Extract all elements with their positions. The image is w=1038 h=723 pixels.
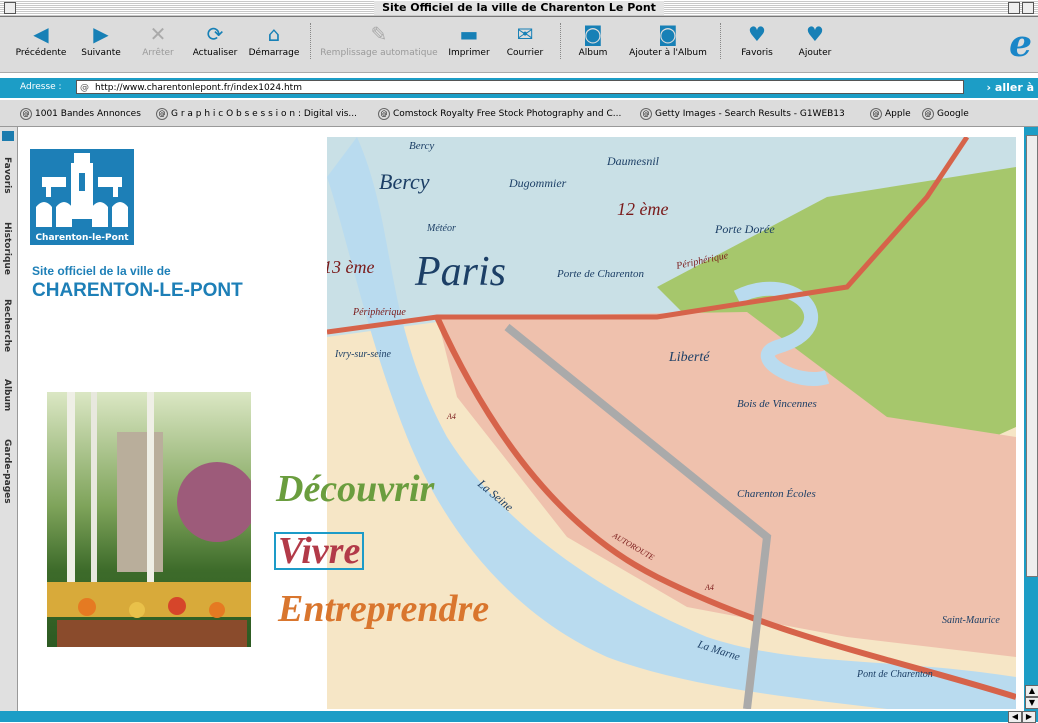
mail-button[interactable]: ✉ Courrier: [500, 20, 550, 58]
add-to-album-button[interactable]: ◙ Ajouter à l'Album: [624, 20, 712, 58]
address-field[interactable]: @ http://www.charentonlepont.fr/index1024…: [76, 80, 964, 94]
site-subtitle: Site officiel de la ville de: [32, 264, 171, 278]
tab-garde-pages[interactable]: Garde-pages: [2, 439, 12, 504]
favorite-icon: @: [20, 108, 32, 120]
toolbar-separator: [310, 23, 312, 59]
nav-link-entreprendre[interactable]: Entreprendre: [278, 587, 489, 631]
map-label: Porte de Charenton: [556, 268, 644, 280]
camera-add-icon: ◙: [658, 22, 678, 46]
tab-recherche[interactable]: Recherche: [2, 299, 12, 352]
window-title: Site Officiel de la ville de Charenton L…: [374, 1, 664, 15]
favorite-icon: @: [870, 108, 882, 120]
scroll-right-arrow-icon[interactable]: ▶: [1022, 711, 1036, 723]
collapse-box-icon[interactable]: [1022, 2, 1034, 14]
favorites-button[interactable]: ♥ Favoris: [730, 20, 784, 58]
map-label: Daumesnil: [606, 154, 660, 168]
map-label: 12 ème: [617, 199, 668, 219]
explorer-side-tabs: Favoris Historique Recherche Album Garde…: [0, 127, 18, 711]
map-label: Saint-Maurice: [942, 615, 1000, 626]
favorite-link[interactable]: @1001 Bandes Annonces: [20, 108, 141, 120]
nav-link-decouvrir[interactable]: Découvrir: [276, 467, 434, 511]
castle-icon: [36, 153, 128, 227]
garden-photo: [47, 392, 257, 647]
map-label: Ivry-sur-seine: [334, 349, 391, 360]
back-arrow-icon: ◀: [33, 22, 49, 46]
forward-button[interactable]: ▶ Suivante: [74, 20, 128, 58]
horizontal-scrollbar[interactable]: ◀ ▶: [0, 711, 1038, 723]
printer-icon: ▬: [459, 22, 479, 46]
internet-explorer-logo-icon: e: [1009, 23, 1032, 65]
print-button[interactable]: ▬ Imprimer: [444, 20, 494, 58]
map-label: Bercy: [409, 140, 434, 152]
go-button[interactable]: › aller à: [987, 81, 1034, 94]
favorites-bar: @1001 Bandes Annonces @ G r a p h i c O b…: [0, 100, 1038, 127]
vertical-scrollbar[interactable]: ▲ ▼: [1024, 127, 1038, 711]
tab-favoris[interactable]: Favoris: [2, 157, 12, 194]
tab-album[interactable]: Album: [2, 379, 12, 411]
camera-icon: ◙: [583, 22, 603, 46]
favorite-icon: @: [156, 108, 168, 120]
close-box-icon[interactable]: [4, 2, 16, 14]
favorite-link[interactable]: @ Apple: [870, 108, 911, 120]
autofill-button[interactable]: ✎ Remplissage automatique: [318, 20, 440, 58]
favorite-link[interactable]: @ G r a p h i c O b s e s s i o n : Digit…: [156, 108, 357, 120]
refresh-button[interactable]: ⟳ Actualiser: [187, 20, 243, 58]
favorite-icon: @: [640, 108, 652, 120]
address-bar: Adresse : @ http://www.charentonlepont.fr…: [0, 78, 1038, 98]
page-content: Charenton-le-Pont Site officiel de la vi…: [18, 127, 1023, 711]
garden-scene-icon: [47, 392, 257, 647]
map-label: Charenton Écoles: [737, 488, 816, 500]
map-label: Météor: [426, 223, 456, 234]
favorite-link[interactable]: @ Getty Images - Search Results - G1WEB13: [640, 108, 845, 120]
logo-caption: Charenton-le-Pont: [35, 233, 129, 243]
map-label: Paris: [414, 249, 506, 295]
map-label: 13 ème: [327, 257, 374, 277]
nav-link-vivre[interactable]: Vivre: [274, 532, 365, 570]
back-button[interactable]: ◀ Précédente: [14, 20, 68, 58]
favorite-link[interactable]: @ Comstock Royalty Free Stock Photography…: [378, 108, 621, 120]
favorite-icon: @: [922, 108, 934, 120]
album-button[interactable]: ◙ Album: [570, 20, 616, 58]
map-label: Dugommier: [508, 176, 567, 190]
browser-toolbar: ◀ Précédente ▶ Suivante ✕ Arrêter ⟳ Actualis…: [0, 17, 1038, 73]
stop-button[interactable]: ✕ Arrêter: [133, 20, 183, 58]
stop-icon: ✕: [149, 22, 167, 46]
home-icon: ⌂: [267, 22, 281, 46]
scroll-down-arrow-icon[interactable]: ▼: [1025, 697, 1038, 709]
favorite-icon: @: [378, 108, 390, 120]
map-label: Périphérique: [352, 307, 406, 318]
scroll-left-arrow-icon[interactable]: ◀: [1008, 711, 1022, 723]
tab-historique[interactable]: Historique: [2, 222, 12, 275]
heart-add-icon: ♥: [806, 22, 824, 46]
zoom-box-icon[interactable]: [1008, 2, 1020, 14]
address-url: http://www.charentonlepont.fr/index1024.…: [95, 83, 302, 93]
map-label: A4: [446, 412, 456, 421]
address-label: Adresse :: [20, 82, 62, 92]
sidebar-toggle-icon[interactable]: [2, 131, 14, 141]
map-label: Porte Dorée: [714, 222, 775, 236]
site-title: CHARENTON-LE-PONT: [32, 280, 243, 301]
mail-icon: ✉: [516, 22, 534, 46]
map-label: Bercy: [379, 169, 430, 194]
scroll-up-arrow-icon[interactable]: ▲: [1025, 685, 1038, 697]
forward-arrow-icon: ▶: [93, 22, 109, 46]
heart-icon: ♥: [748, 22, 766, 46]
scroll-thumb[interactable]: [1026, 135, 1038, 577]
map-label: A4: [704, 583, 714, 592]
home-button[interactable]: ⌂ Démarrage: [246, 20, 302, 58]
toolbar-separator: [720, 23, 722, 59]
map-label: Pont de Charenton: [856, 669, 933, 680]
map-label: Liberté: [668, 350, 710, 365]
site-icon: @: [80, 83, 89, 93]
refresh-icon: ⟳: [206, 22, 224, 46]
toolbar-separator: [560, 23, 562, 59]
add-favorite-button[interactable]: ♥ Ajouter: [788, 20, 842, 58]
favorite-link[interactable]: @ Google: [922, 108, 969, 120]
city-logo[interactable]: Charenton-le-Pont: [30, 149, 134, 245]
map-label: Bois de Vincennes: [737, 398, 817, 410]
window-title-bar[interactable]: Site Officiel de la ville de Charenton L…: [0, 0, 1038, 17]
autofill-icon: ✎: [370, 22, 388, 46]
